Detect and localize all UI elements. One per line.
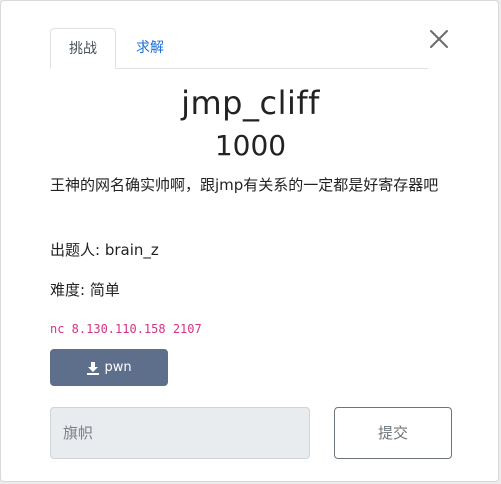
challenge-author: 出题人: brain_z	[50, 241, 159, 259]
submit-button[interactable]: 提交	[334, 407, 452, 459]
flag-input[interactable]	[50, 407, 310, 459]
challenge-title: jmp_cliff	[181, 84, 320, 122]
download-icon	[87, 361, 100, 375]
challenge-points: 1000	[214, 129, 287, 162]
challenge-description: 王神的网名确实帅啊，跟jmp有关系的一定都是好寄存器吧	[50, 176, 439, 194]
challenge-modal: 挑战 求解 jmp_cliff 1000 王神的网名确实帅啊，跟jmp有关系的一…	[0, 0, 499, 482]
download-file-button[interactable]: pwn	[50, 349, 168, 386]
connection-info: nc 8.130.110.158 2107	[50, 322, 202, 336]
challenge-difficulty: 难度: 简单	[50, 281, 120, 299]
tab-challenge[interactable]: 挑战	[50, 28, 116, 69]
close-icon	[430, 30, 448, 48]
download-file-label: pwn	[104, 360, 132, 375]
tab-solves[interactable]: 求解	[120, 28, 180, 69]
close-button[interactable]	[427, 27, 451, 51]
tab-bar: 挑战 求解	[50, 28, 428, 69]
